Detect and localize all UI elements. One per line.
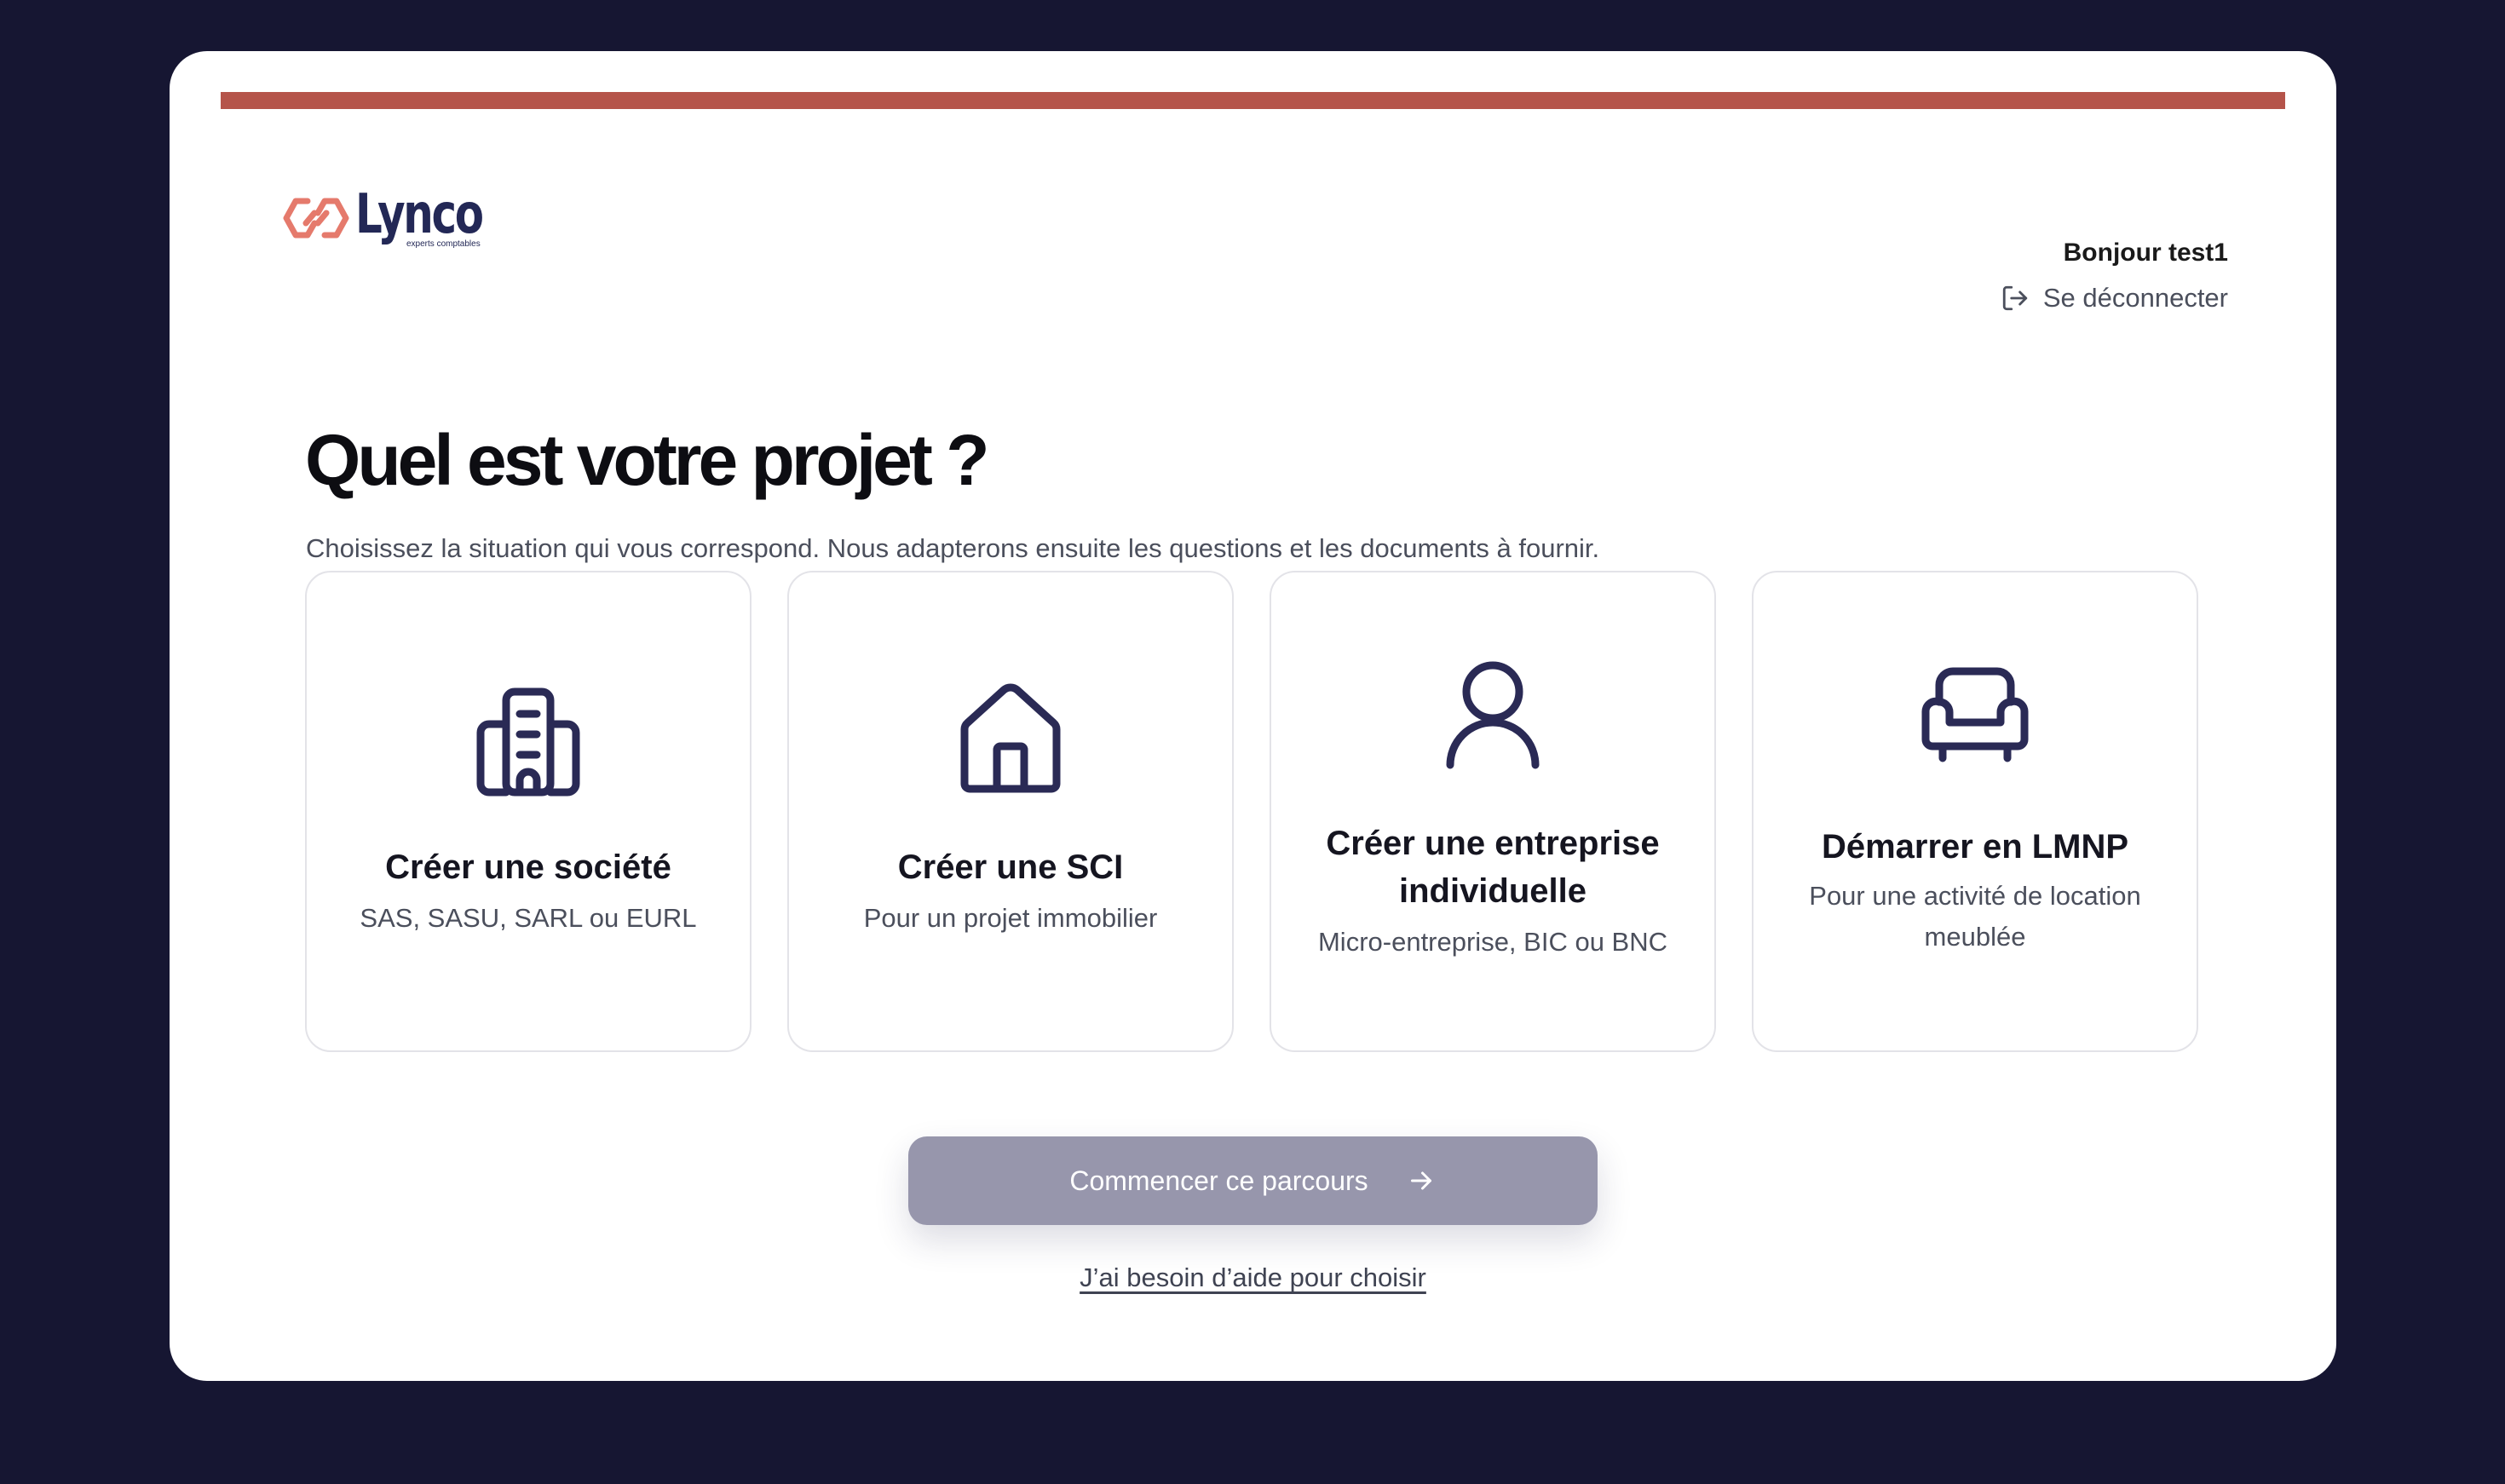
option-description: Micro-entreprise, BIC ou BNC xyxy=(1317,927,1667,957)
progress-bar xyxy=(221,92,2285,109)
logo-wordmark: Lynco xyxy=(355,183,484,246)
option-create-sole-proprietorship[interactable]: Créer une entreprise individuelle Micro-… xyxy=(1270,571,1716,1052)
option-create-sci[interactable]: Créer une SCI Pour un projet immobilier xyxy=(787,571,1234,1052)
page-subtitle: Choisissez la situation qui vous corresp… xyxy=(306,533,1600,563)
main-card: Lynco experts comptables Bonjour test1 S… xyxy=(170,51,2336,1381)
option-title: Créer une entreprise individuelle xyxy=(1326,825,1660,910)
lynco-logo[interactable]: Lynco experts comptables xyxy=(282,187,518,249)
help-link-container: J’ai besoin d’aide pour choisir xyxy=(170,1263,2336,1293)
option-description: Pour un projet immobilier xyxy=(863,903,1158,933)
user-icon xyxy=(1433,654,1552,774)
option-title: Démarrer en LMNP xyxy=(1821,828,2129,866)
start-journey-button[interactable]: Commencer ce parcours xyxy=(908,1136,1598,1225)
logo-text: Lynco experts comptables xyxy=(355,187,518,249)
page-title: Quel est votre projet ? xyxy=(305,420,990,500)
building-icon xyxy=(469,682,588,801)
option-description: Pour une activité de location meublée xyxy=(1809,881,2141,952)
start-journey-label: Commencer ce parcours xyxy=(1069,1165,1368,1196)
option-description: SAS, SASU, SARL ou EURL xyxy=(360,903,697,933)
logout-label: Se déconnecter xyxy=(2042,283,2228,313)
option-title: Créer une société xyxy=(385,848,671,886)
help-choose-link[interactable]: J’ai besoin d’aide pour choisir xyxy=(1080,1263,1426,1292)
logout-link[interactable]: Se déconnecter xyxy=(2001,283,2228,313)
lynco-logo-mark-icon xyxy=(283,198,349,239)
option-create-company[interactable]: Créer une société SAS, SASU, SARL ou EUR… xyxy=(305,571,752,1052)
user-greeting: Bonjour test1 xyxy=(2063,239,2228,267)
house-icon xyxy=(951,676,1070,796)
option-start-lmnp[interactable]: Démarrer en LMNP Pour une activité de lo… xyxy=(1752,571,2198,1052)
option-title: Créer une SCI xyxy=(897,848,1124,886)
logout-icon xyxy=(2002,285,2028,311)
armchair-icon xyxy=(1915,654,2035,774)
arrow-right-icon xyxy=(1410,1171,1431,1190)
